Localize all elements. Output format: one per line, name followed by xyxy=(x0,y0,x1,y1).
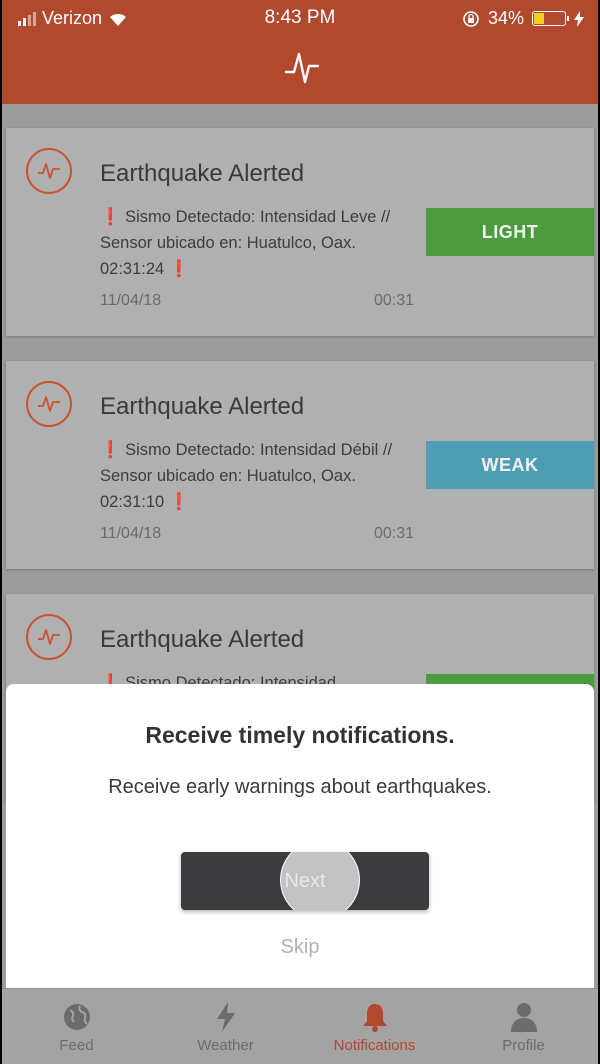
notification-title: Earthquake Alerted xyxy=(100,160,305,187)
person-icon xyxy=(510,1003,537,1032)
intensity-badge: LIGHT xyxy=(426,208,594,256)
notification-duration: 00:31 xyxy=(374,525,415,542)
tab-label: Notifications xyxy=(333,1037,416,1054)
tab-bar: Feed Weather Notifications Profile xyxy=(2,988,598,1064)
alert-mark-icon: ❗ xyxy=(168,493,190,511)
notification-title: Earthquake Alerted xyxy=(100,626,305,653)
bell-icon xyxy=(362,1004,387,1032)
tab-weather[interactable]: Weather xyxy=(151,989,300,1064)
tab-notifications[interactable]: Notifications xyxy=(300,989,449,1064)
tab-label: Weather xyxy=(197,1037,254,1054)
seismic-pulse-icon xyxy=(26,614,72,660)
modal-subtitle: Receive early warnings about earthquakes… xyxy=(108,776,492,798)
tab-label: Profile xyxy=(502,1037,545,1054)
next-button[interactable]: Next xyxy=(181,852,429,910)
app-screen: Verizon 8:43 PM 34% Earthquake Alerted ❗… xyxy=(2,0,598,1064)
tab-label: Feed xyxy=(59,1037,94,1054)
alert-mark-icon: ❗ xyxy=(100,441,121,459)
tab-feed[interactable]: Feed xyxy=(2,989,151,1064)
notification-message: ❗ Sismo Detectado: Intensidad Leve // Se… xyxy=(100,208,391,278)
alert-mark-icon: ❗ xyxy=(168,260,190,278)
modal-title: Receive timely notifications. xyxy=(145,722,455,748)
charging-bolt-icon xyxy=(574,10,584,27)
pulse-logo-icon xyxy=(284,52,320,84)
seismic-pulse-icon xyxy=(26,381,72,427)
notification-card[interactable]: Earthquake Alerted ❗ Sismo Detectado: In… xyxy=(6,128,594,336)
globe-icon xyxy=(63,1004,90,1030)
skip-button[interactable]: Skip xyxy=(6,936,594,959)
tab-profile[interactable]: Profile xyxy=(449,989,598,1064)
status-right: 34% xyxy=(462,8,584,29)
notification-message: ❗ Sismo Detectado: Intensidad Débil // S… xyxy=(100,441,393,511)
battery-percent: 34% xyxy=(487,8,524,28)
status-bar: Verizon 8:43 PM 34% xyxy=(2,0,598,36)
notification-permission-modal: Receive timely notifications. Receive ea… xyxy=(6,684,594,988)
lightning-icon xyxy=(216,1002,235,1032)
notification-date: 11/04/18 xyxy=(100,292,162,309)
notification-card[interactable]: Earthquake Alerted ❗ Sismo Detectado: In… xyxy=(6,361,594,569)
next-button-label: Next xyxy=(284,869,326,892)
battery-icon xyxy=(532,11,569,26)
intensity-badge: WEAK xyxy=(426,441,594,489)
notification-duration: 00:31 xyxy=(374,292,415,309)
notification-title: Earthquake Alerted xyxy=(100,393,305,420)
notification-date: 11/04/18 xyxy=(100,525,162,542)
orientation-lock-icon xyxy=(463,10,479,27)
seismic-pulse-icon xyxy=(26,148,72,194)
app-header: Verizon 8:43 PM 34% xyxy=(2,0,598,104)
alert-mark-icon: ❗ xyxy=(100,208,121,226)
